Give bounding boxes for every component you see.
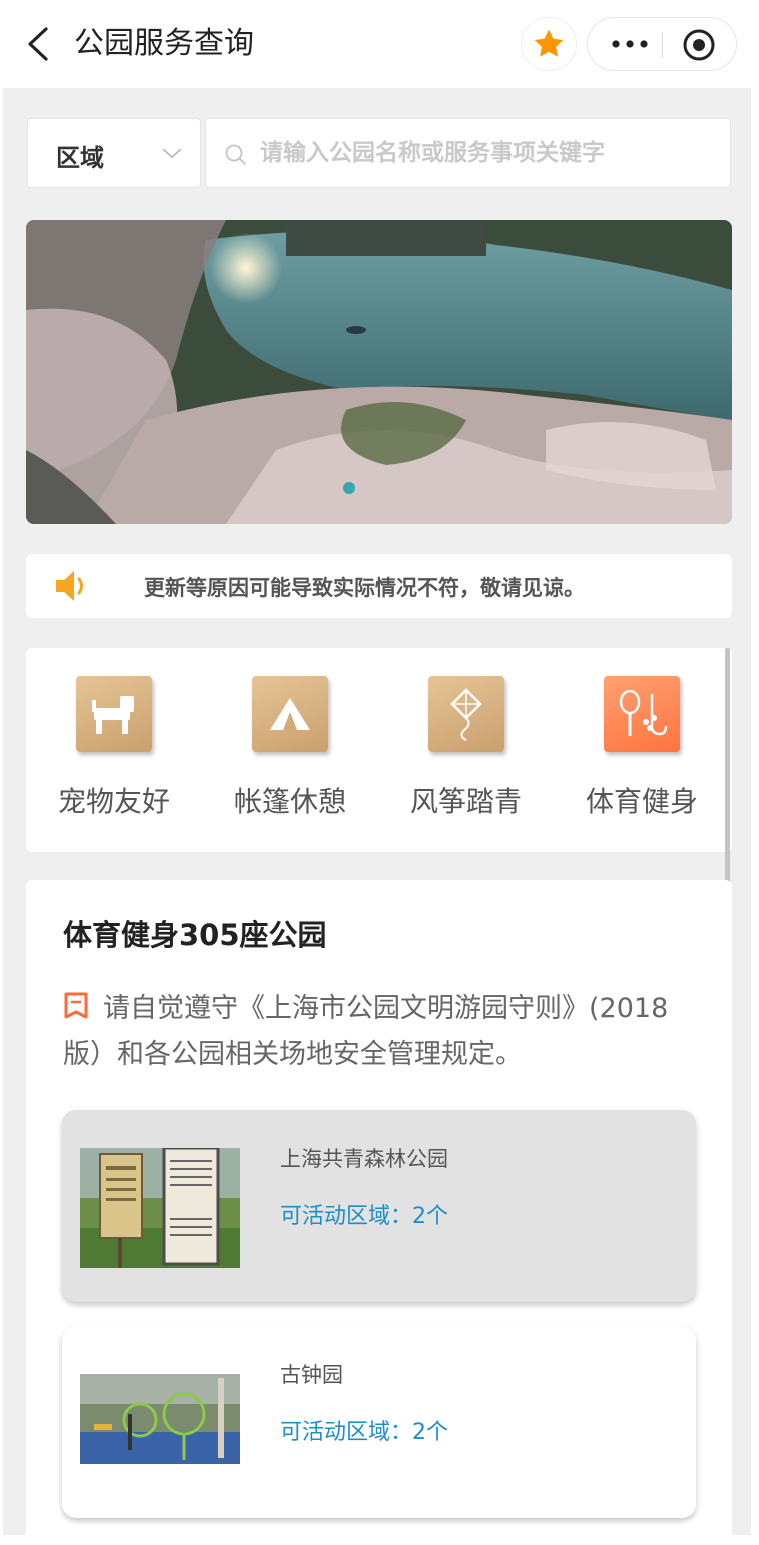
page-content: 区域 请输入公园名称或服务事项关键字 更新等原因可能导致实际情况不符，敬请见谅。… (3, 88, 751, 1535)
page-title: 公园服务查询 (74, 26, 254, 61)
bookmark-icon (64, 992, 88, 1019)
search-box[interactable] (205, 118, 731, 188)
category-kite-outing[interactable]: 风筝踏青 (378, 676, 554, 836)
category-label: 宠物友好 (57, 785, 170, 818)
notice-bar: 更新等原因可能导致实际情况不符，敬请见谅。 (26, 554, 732, 618)
rules-notice: 请自觉遵守《上海市公园文明游园守则》(2018版）和各公园相关场地安全管理规定。 (63, 986, 703, 1078)
search-input[interactable] (260, 131, 720, 175)
category-label: 帐篷休憩 (233, 785, 346, 818)
chevron-down-icon (162, 148, 182, 159)
sports-icon (604, 676, 680, 752)
banner-image[interactable] (26, 220, 732, 524)
results-title: 体育健身305座公园 (63, 918, 327, 952)
park-activity-count: 可活动区域：2个 (280, 1420, 448, 1445)
park-thumbnail (80, 1374, 240, 1464)
rules-text: 请自觉遵守《上海市公园文明游园守则》(2018版）和各公园相关场地安全管理规定。 (63, 993, 669, 1070)
mini-program-capsule (587, 17, 737, 71)
close-target-icon[interactable] (682, 28, 716, 62)
capsule-divider (662, 32, 663, 58)
back-arrow-icon[interactable] (24, 26, 52, 62)
park-thumbnail (80, 1148, 240, 1268)
park-lake-photo (26, 220, 732, 524)
category-sports-fitness[interactable]: 体育健身 (554, 676, 730, 836)
dog-icon (76, 676, 152, 752)
notice-text: 更新等原因可能导致实际情况不符，敬请见谅。 (144, 576, 585, 600)
category-tent-rest[interactable]: 帐篷休憩 (202, 676, 378, 836)
region-dropdown[interactable]: 区域 (27, 118, 201, 188)
category-grid: 宠物友好 帐篷休憩 风筝踏青 体育健身 (26, 648, 732, 852)
park-name: 上海共青森林公园 (280, 1147, 448, 1171)
category-label: 体育健身 (585, 785, 698, 818)
search-row: 区域 (27, 118, 731, 188)
search-icon (225, 144, 246, 165)
star-icon (534, 29, 564, 57)
carousel-dot[interactable] (343, 482, 355, 494)
category-label: 风筝踏青 (409, 785, 522, 818)
park-name: 古钟园 (280, 1363, 343, 1387)
region-label: 区域 (56, 144, 104, 172)
park-card[interactable]: 上海共青森林公园 可活动区域：2个 (62, 1110, 696, 1302)
park-activity-count: 可活动区域：2个 (280, 1204, 448, 1229)
category-pet-friendly[interactable]: 宠物友好 (26, 676, 202, 836)
speaker-icon (56, 571, 83, 601)
park-card[interactable]: 古钟园 可活动区域：2个 (62, 1326, 696, 1518)
favorite-button[interactable] (521, 17, 577, 71)
nav-bar: 公园服务查询 (0, 0, 759, 88)
more-icon[interactable] (610, 34, 650, 54)
tent-icon (252, 676, 328, 752)
results-panel: 体育健身305座公园 请自觉遵守《上海市公园文明游园守则》(2018版）和各公园… (26, 880, 732, 1535)
kite-icon (428, 676, 504, 752)
